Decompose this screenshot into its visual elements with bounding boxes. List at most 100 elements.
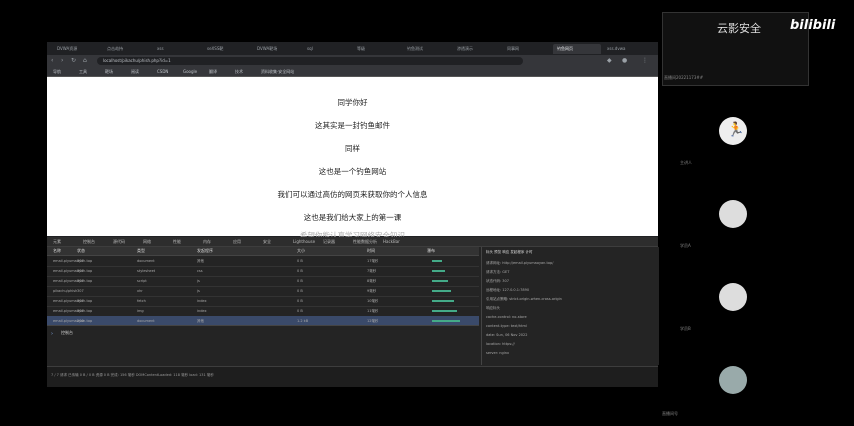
participant-avatar[interactable]	[719, 366, 747, 394]
table-cell: email.piyumaoyan.top	[53, 269, 93, 273]
extensions-icon[interactable]: ◆	[607, 57, 612, 64]
table-cell: 307	[77, 259, 84, 263]
devtools-tab[interactable]: 源代码	[113, 237, 125, 246]
table-cell: script	[137, 279, 147, 283]
browser-tab[interactable]: 同事网	[503, 44, 551, 54]
forward-icon[interactable]: ›	[61, 57, 63, 64]
table-cell: 11毫秒	[367, 309, 379, 313]
back-icon[interactable]: ‹	[51, 57, 53, 64]
devtools-tab[interactable]: 记录器	[323, 237, 335, 246]
browser-tab[interactable]: 钓鱼测试	[403, 44, 451, 54]
browser-tab[interactable]: DVWA资源	[53, 44, 101, 54]
header-line: 引用站点策略: strict-origin-when-cross-origin	[486, 297, 562, 301]
url-input[interactable]: localhost/pikachu/phish.php?id=1	[97, 57, 523, 65]
column-header[interactable]: 时间	[367, 247, 375, 255]
bookmarks-bar: 导航 工具 靶场 阅读 CSDN Google 翻译 技术 资料收集·安全网站	[47, 67, 658, 77]
page-content: 同学你好 这其实是一封钓鱼邮件 同样 这也是一个钓鱼网站 我们可以通过高仿的网页…	[47, 77, 658, 240]
browser-tab[interactable]: 渗透演示	[453, 44, 501, 54]
header-line: 响应标头	[486, 306, 500, 310]
devtools-tab[interactable]: 元素	[53, 237, 61, 246]
bookmark-item[interactable]: 技术	[235, 67, 243, 76]
devtools-tab[interactable]: 安全	[263, 237, 271, 246]
header-line: content-type: text/html	[486, 324, 527, 328]
participant-avatar[interactable]: 🏃	[719, 117, 747, 145]
table-cell: fetch	[137, 299, 146, 303]
waterfall-bar	[432, 320, 460, 322]
waterfall-bar	[432, 280, 448, 282]
menu-icon[interactable]: ⋮	[642, 57, 648, 64]
header-line: cache-control: no-store	[486, 315, 527, 319]
headers-tabs[interactable]: 标头 预览 响应 发起程序 计时	[486, 250, 532, 255]
table-cell: index	[197, 299, 207, 303]
table-cell: email.piyumaoyan.top	[53, 279, 93, 283]
header-line: 请求方法: GET	[486, 270, 510, 274]
browser-tab[interactable]: DVWA靶场	[253, 44, 301, 54]
tile-id: 直播间20221173##	[664, 75, 704, 80]
watermark-text: 云影安全	[717, 22, 761, 35]
column-header[interactable]: 大小	[297, 247, 305, 255]
table-cell: css	[197, 269, 203, 273]
bookmark-item[interactable]: Google	[183, 67, 197, 76]
header-line: 远程地址: 127.0.0.1:7890	[486, 288, 530, 292]
table-cell: 0 B	[297, 279, 303, 283]
header-line: 请求网址: http://email.piyumaoyan.top/	[486, 261, 554, 265]
browser-tab[interactable]: 钓鱼网页	[553, 44, 601, 54]
bookmark-item[interactable]: 靶场	[105, 67, 113, 76]
bookmark-item[interactable]: CSDN	[157, 67, 168, 76]
table-cell: document	[137, 259, 155, 263]
column-header[interactable]: 类型	[137, 247, 145, 255]
header-line: date: Sun, 06 Nov 2022	[486, 333, 528, 337]
reload-icon[interactable]: ↻	[71, 57, 76, 64]
bookmark-item[interactable]: 资料收集·安全网站	[261, 67, 294, 76]
devtools-tab[interactable]: 控制台	[83, 237, 95, 246]
tab-bar: DVWA资源 点击劫持 xss seXSS靶 DVWA靶场 sql 等级 钓鱼测试 渗透演示 同事…	[47, 42, 658, 55]
profile-icon[interactable]: ●	[622, 57, 627, 64]
devtools-tab[interactable]: 内存	[203, 237, 211, 246]
participant-avatar[interactable]	[719, 200, 747, 228]
table-cell: 0 B	[297, 289, 303, 293]
column-header[interactable]: 名称	[53, 247, 61, 255]
table-cell: 307	[77, 299, 84, 303]
message-line: 这也是我们给大家上的第一课	[303, 213, 402, 222]
header-line: server: nginx	[486, 351, 510, 355]
bookmark-item[interactable]: 翻译	[209, 67, 217, 76]
participant-avatar[interactable]	[719, 283, 747, 311]
table-cell: img	[137, 309, 144, 313]
table-cell: js	[197, 279, 200, 283]
table-cell: 0 B	[297, 309, 303, 313]
bookmark-item[interactable]: 工具	[79, 67, 87, 76]
devtools-tab[interactable]: Lighthouse	[293, 237, 315, 246]
table-cell: 17毫秒	[367, 259, 379, 263]
bookmark-item[interactable]: 导航	[53, 67, 61, 76]
waterfall-bar	[432, 300, 454, 302]
table-cell: 0 B	[297, 299, 303, 303]
devtools-tab[interactable]: 应用	[233, 237, 241, 246]
console-prompt-icon: ›	[51, 331, 53, 337]
table-cell: js	[197, 289, 200, 293]
devtools-tabs: 元素 控制台 源代码 网络 性能 内存 应用 安全 Lighthouse 记录器 性能数据分析 Hac…	[47, 237, 658, 247]
browser-tab[interactable]: 点击劫持	[103, 44, 151, 54]
table-cell: index	[197, 309, 207, 313]
request-headers-pane: 标头 预览 响应 发起程序 计时 请求网址: http://email.piyu…	[481, 247, 659, 365]
browser-tab[interactable]: seXSS靶	[203, 44, 251, 54]
waterfall-bar	[432, 310, 457, 312]
column-header[interactable]: 发起程序	[197, 247, 213, 255]
table-cell: 307	[77, 309, 84, 313]
devtools-tab[interactable]: 性能	[173, 237, 181, 246]
browser-tab[interactable]: sql	[303, 44, 351, 54]
table-cell: 9毫秒	[367, 289, 377, 293]
column-header[interactable]: 状态	[77, 247, 85, 255]
browser-tab[interactable]: 等级	[353, 44, 401, 54]
browser-tab[interactable]: xss	[153, 44, 201, 54]
browser-tab[interactable]: xss.dvwa	[603, 44, 651, 54]
column-header[interactable]: 瀑布	[427, 247, 435, 255]
devtools-tab[interactable]: 网络	[143, 237, 151, 246]
runner-icon: 🏃	[727, 122, 745, 138]
table-cell: 307	[77, 269, 84, 273]
devtools-tab[interactable]: 性能数据分析	[353, 237, 377, 246]
bookmark-item[interactable]: 阅读	[131, 67, 139, 76]
waterfall-bar	[432, 270, 445, 272]
console-label[interactable]: 控制台	[61, 330, 73, 336]
home-icon[interactable]: ⌂	[83, 57, 87, 64]
devtools-tab[interactable]: HackBar	[383, 237, 400, 246]
